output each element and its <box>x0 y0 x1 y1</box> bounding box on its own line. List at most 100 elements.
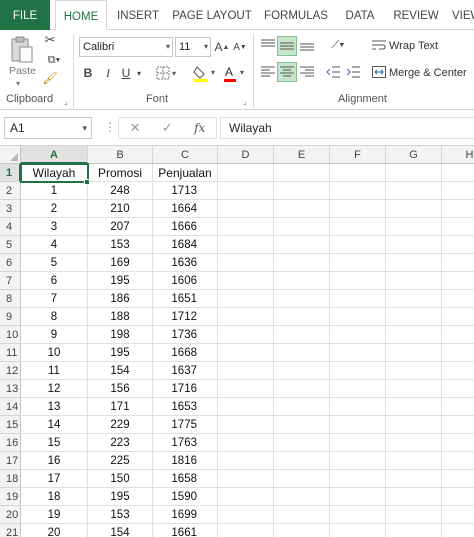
cell[interactable] <box>442 218 474 236</box>
cell[interactable]: 195 <box>88 272 153 290</box>
cell[interactable] <box>442 308 474 326</box>
row-header[interactable]: 3 <box>0 200 21 218</box>
cell[interactable]: 1775 <box>153 416 218 434</box>
clipboard-launcher-icon[interactable]: ⌟ <box>64 97 68 106</box>
column-header-a[interactable]: A <box>21 146 88 164</box>
cell[interactable] <box>386 452 442 470</box>
cell[interactable] <box>386 434 442 452</box>
cell[interactable]: 195 <box>88 488 153 506</box>
cell[interactable] <box>386 182 442 200</box>
cell[interactable] <box>274 470 330 488</box>
cell[interactable] <box>330 452 386 470</box>
cell[interactable] <box>218 524 274 537</box>
cell[interactable]: 1668 <box>153 344 218 362</box>
cell[interactable] <box>330 254 386 272</box>
borders-icon[interactable]: ▾ <box>154 64 180 82</box>
align-right-icon[interactable] <box>298 63 316 81</box>
paste-label[interactable]: Paste <box>9 65 36 77</box>
cell[interactable]: 225 <box>88 452 153 470</box>
cell[interactable] <box>330 290 386 308</box>
font-launcher-icon[interactable]: ⌟ <box>243 97 247 106</box>
cell[interactable] <box>330 362 386 380</box>
cell[interactable] <box>442 236 474 254</box>
cell[interactable] <box>386 470 442 488</box>
cut-icon[interactable]: ✂ <box>42 32 58 48</box>
row-header[interactable]: 13 <box>0 380 21 398</box>
cell[interactable] <box>442 254 474 272</box>
cell[interactable] <box>274 200 330 218</box>
font-name-select[interactable]: Calibri ▾ <box>79 37 173 57</box>
cell[interactable] <box>274 290 330 308</box>
cell[interactable] <box>218 308 274 326</box>
cell[interactable] <box>386 524 442 537</box>
cell[interactable]: 1606 <box>153 272 218 290</box>
cell[interactable] <box>330 164 386 182</box>
tab-insert[interactable]: INSERT <box>112 0 164 30</box>
wrap-text-icon[interactable] <box>370 36 388 54</box>
row-header[interactable]: 4 <box>0 218 21 236</box>
align-center-icon[interactable] <box>277 62 297 82</box>
row-header[interactable]: 6 <box>0 254 21 272</box>
cell[interactable] <box>274 308 330 326</box>
cell[interactable] <box>274 218 330 236</box>
cell[interactable] <box>274 344 330 362</box>
tab-formulas[interactable]: FORMULAS <box>262 0 330 30</box>
column-header-e[interactable]: E <box>274 146 330 164</box>
column-header-c[interactable]: C <box>153 146 218 164</box>
cell[interactable] <box>218 290 274 308</box>
cell[interactable] <box>274 362 330 380</box>
cell[interactable] <box>218 164 274 182</box>
cell[interactable] <box>274 380 330 398</box>
cell[interactable] <box>274 506 330 524</box>
cell[interactable] <box>442 200 474 218</box>
cell[interactable] <box>442 506 474 524</box>
cell[interactable]: 171 <box>88 398 153 416</box>
increase-indent-icon[interactable] <box>344 63 362 81</box>
cell[interactable] <box>330 182 386 200</box>
row-header[interactable]: 16 <box>0 434 21 452</box>
cell[interactable]: 1713 <box>153 182 218 200</box>
cell[interactable] <box>442 326 474 344</box>
tab-review[interactable]: REVIEW <box>390 0 442 30</box>
wrap-text-button[interactable]: Wrap Text <box>389 40 438 52</box>
cell[interactable] <box>218 344 274 362</box>
cell[interactable] <box>442 182 474 200</box>
chevron-down-icon[interactable]: ▾ <box>134 64 144 82</box>
cell[interactable]: 1699 <box>153 506 218 524</box>
column-header-h[interactable]: H <box>442 146 474 164</box>
row-header[interactable]: 9 <box>0 308 21 326</box>
tab-data[interactable]: DATA <box>338 0 382 30</box>
cell[interactable] <box>386 362 442 380</box>
cell[interactable] <box>386 416 442 434</box>
align-left-icon[interactable] <box>259 63 277 81</box>
paste-icon[interactable] <box>6 34 38 66</box>
cell[interactable] <box>330 380 386 398</box>
cell[interactable] <box>442 452 474 470</box>
cell[interactable] <box>274 272 330 290</box>
cell[interactable] <box>386 380 442 398</box>
cell[interactable] <box>330 398 386 416</box>
cell[interactable]: 3 <box>21 218 88 236</box>
cell[interactable] <box>330 200 386 218</box>
cell[interactable] <box>330 470 386 488</box>
cell[interactable] <box>442 380 474 398</box>
cell[interactable]: 1658 <box>153 470 218 488</box>
cell[interactable] <box>330 488 386 506</box>
cell[interactable]: 150 <box>88 470 153 488</box>
cell[interactable] <box>218 254 274 272</box>
cell[interactable]: 153 <box>88 506 153 524</box>
align-bottom-icon[interactable] <box>298 36 316 54</box>
cell[interactable]: 1816 <box>153 452 218 470</box>
cell[interactable]: 7 <box>21 290 88 308</box>
cell[interactable]: 17 <box>21 470 88 488</box>
cell[interactable]: 5 <box>21 254 88 272</box>
orientation-icon[interactable]: ⟋▾ <box>324 36 352 54</box>
cell[interactable]: 154 <box>88 362 153 380</box>
row-header[interactable]: 11 <box>0 344 21 362</box>
row-header[interactable]: 1 <box>0 164 21 182</box>
cell[interactable] <box>218 398 274 416</box>
cell[interactable]: 1661 <box>153 524 218 537</box>
bold-button[interactable]: B <box>80 64 96 82</box>
cell[interactable] <box>386 164 442 182</box>
cell[interactable] <box>386 290 442 308</box>
